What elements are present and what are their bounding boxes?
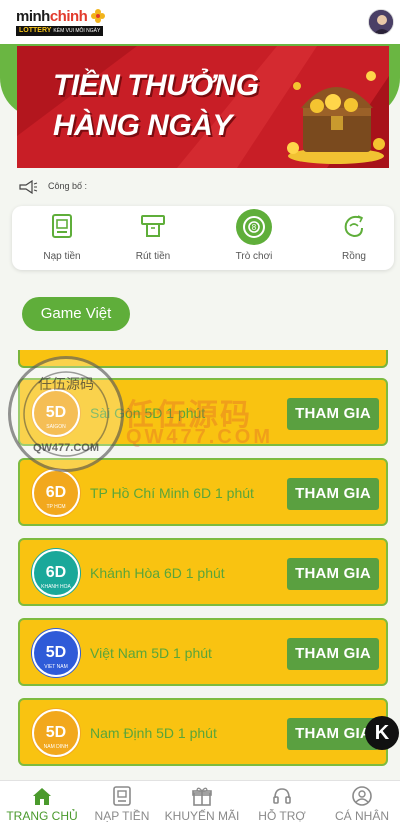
nav-deposit[interactable]: NẠP TIỀN (82, 781, 162, 832)
floating-k-button[interactable]: K (365, 716, 399, 750)
nav-label: TRANG CHỦ (6, 809, 78, 823)
deposit-icon (113, 786, 131, 806)
gift-icon (192, 787, 212, 806)
nav-label: CÁ NHÂN (334, 809, 389, 823)
game-title: TP Hồ Chí Minh 6D 1 phút (90, 485, 254, 501)
game-badge-icon: 6D KHANH HOA (31, 548, 81, 598)
game-title: Sài Gòn 5D 1 phút (90, 405, 206, 421)
partial-game-card (18, 350, 388, 368)
svg-text:SAIGON: SAIGON (46, 424, 66, 430)
quick-action-withdraw[interactable]: Rút tiền (113, 206, 193, 270)
brand-logo[interactable]: minhchinh LOTTERY KÈM VUI MỖI NGÀY (16, 8, 108, 38)
bottom-navigation: TRANG CHỦ NẠP TIỀN KHUYẾN MÃI HỖ TRỢ CÁ … (0, 780, 400, 832)
svg-text:6D: 6D (46, 564, 66, 581)
quick-action-deposit[interactable]: Nạp tiền (22, 206, 102, 270)
svg-text:NAM DINH: NAM DINH (44, 744, 69, 750)
svg-text:5D: 5D (46, 404, 66, 421)
game-card[interactable]: 5D NAM DINH Nam Định 5D 1 phút THAM GIA (18, 698, 388, 766)
join-button[interactable]: THAM GIA (287, 638, 379, 670)
join-button[interactable]: THAM GIA (287, 558, 379, 590)
join-button[interactable]: THAM GIA (287, 398, 379, 430)
nav-label: NẠP TIỀN (94, 809, 150, 823)
svg-text:8: 8 (252, 223, 257, 232)
game-list: 5D SAIGON Sài Gòn 5D 1 phút THAM GIA 6D … (0, 350, 400, 780)
megaphone-icon (19, 180, 38, 194)
game-card[interactable]: 5D VIET NAM Việt Nam 5D 1 phút THAM GIA (18, 618, 388, 686)
tab-game-viet[interactable]: Game Việt (22, 297, 130, 331)
app-screen: minhchinh LOTTERY KÈM VUI MỖI NGÀY TIỀN T… (0, 0, 400, 832)
svg-text:5D: 5D (46, 644, 66, 661)
game-title: Việt Nam 5D 1 phút (90, 645, 212, 661)
nav-support[interactable]: HỖ TRỢ (242, 781, 322, 832)
quick-actions: Nạp tiền Rút tiền 8 Trò chơi Rồng (12, 206, 394, 270)
quick-action-label: Rút tiền (135, 251, 171, 262)
game-card[interactable]: 6D TP HCM TP Hồ Chí Minh 6D 1 phút THAM … (18, 458, 388, 526)
user-avatar[interactable] (368, 9, 394, 35)
game-ball-icon: 8 (236, 209, 272, 245)
quick-action-label: Nạp tiền (43, 251, 81, 262)
dragon-icon (344, 215, 364, 238)
svg-text:5D: 5D (46, 724, 66, 741)
quick-action-label: Rồng (342, 251, 366, 262)
game-badge-icon: 5D SAIGON (31, 388, 81, 438)
game-title: Khánh Hòa 6D 1 phút (90, 565, 225, 581)
nav-label: KHUYẾN MÃI (164, 809, 240, 823)
announcement-bar[interactable]: Công bố : (18, 180, 218, 194)
treasure-chest-icon (287, 71, 385, 164)
logo-subtitle: LOTTERY KÈM VUI MỖI NGÀY (16, 26, 104, 36)
join-button[interactable]: THAM GIA (287, 478, 379, 510)
nav-home[interactable]: TRANG CHỦ (2, 781, 82, 832)
avatar-person-icon (369, 10, 393, 34)
game-badge-icon: 5D VIET NAM (31, 628, 81, 678)
atm-withdraw-icon (141, 215, 165, 237)
home-icon (33, 788, 51, 805)
game-card[interactable]: 6D KHANH HOA Khánh Hòa 6D 1 phút THAM GI… (18, 538, 388, 606)
logo-wordmark: minhchinh (16, 8, 88, 25)
quick-action-games[interactable]: 8 Trò chơi (214, 206, 294, 270)
svg-text:TP HCM: TP HCM (46, 504, 65, 510)
promo-banner[interactable]: TIỀN THƯỞNG HÀNG NGÀY (17, 46, 389, 168)
atm-deposit-icon (52, 214, 72, 238)
quick-action-label: Trò chơi (235, 251, 273, 262)
nav-profile[interactable]: CÁ NHÂN (322, 781, 400, 832)
announcement-label: Công bố : (48, 181, 88, 191)
game-badge-icon: 6D TP HCM (31, 468, 81, 518)
game-card[interactable]: 5D SAIGON Sài Gòn 5D 1 phút THAM GIA (18, 378, 388, 446)
quick-action-dragon[interactable]: Rồng (314, 206, 394, 270)
banner-headline: TIỀN THƯỞNG HÀNG NGÀY (53, 69, 259, 142)
logo-flower-icon (91, 9, 105, 23)
game-title: Nam Định 5D 1 phút (90, 725, 217, 741)
game-badge-icon: 5D NAM DINH (31, 708, 81, 758)
svg-text:VIET NAM: VIET NAM (44, 664, 68, 670)
nav-label: HỖ TRỢ (258, 809, 306, 823)
svg-text:6D: 6D (46, 484, 66, 501)
svg-text:KHANH HOA: KHANH HOA (41, 584, 71, 590)
nav-promotions[interactable]: KHUYẾN MÃI (162, 781, 242, 832)
headset-icon (273, 788, 291, 804)
user-icon (352, 786, 372, 806)
top-bar: minhchinh LOTTERY KÈM VUI MỖI NGÀY (0, 0, 400, 44)
